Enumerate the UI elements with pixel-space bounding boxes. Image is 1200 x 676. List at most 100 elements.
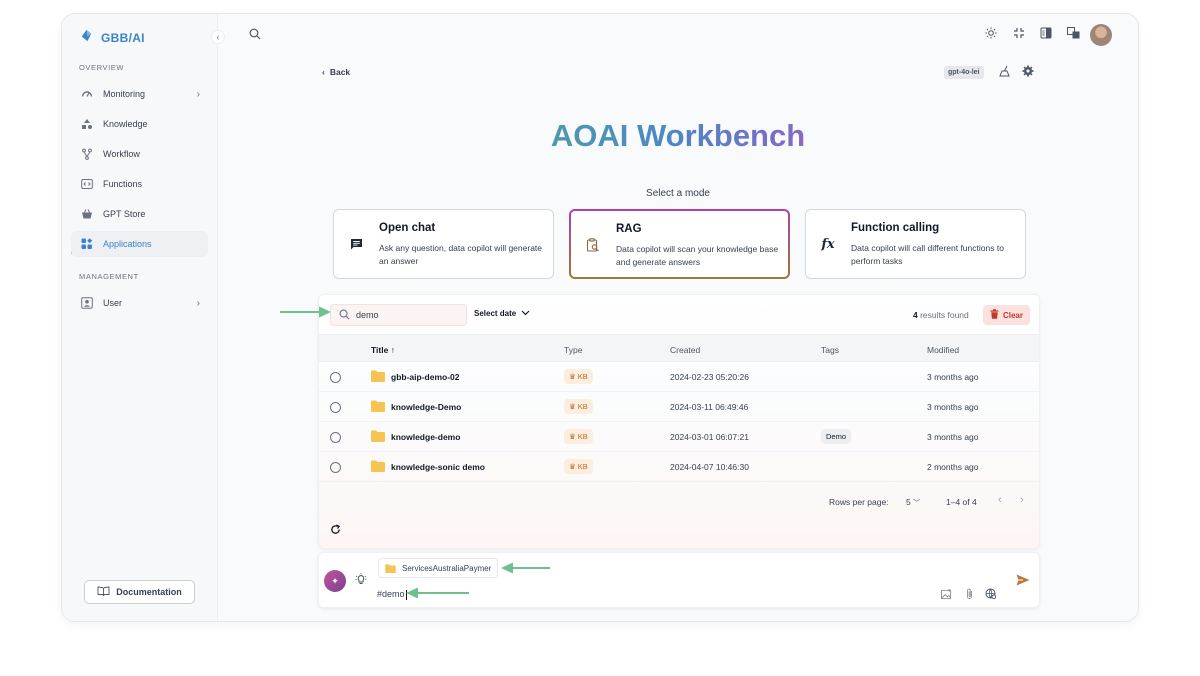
rows-per-page-label: Rows per page: xyxy=(829,497,889,507)
refresh-button[interactable] xyxy=(330,524,341,538)
sidebar-item-monitoring[interactable]: Monitoring › xyxy=(71,81,208,107)
row-select-radio[interactable] xyxy=(330,372,341,383)
attached-knowledge-chip[interactable]: ServicesAustraliaPaymer xyxy=(378,558,499,578)
column-header-created: Created xyxy=(670,345,701,355)
search-input[interactable]: demo xyxy=(330,304,467,326)
mode-card-open-chat[interactable]: Open chat Ask any question, data copilot… xyxy=(333,209,554,279)
results-suffix: results found xyxy=(917,310,969,320)
table-header: Title ↑ Type Created Tags Modified xyxy=(319,334,1039,362)
documentation-label: Documentation xyxy=(116,587,182,597)
sidebar-item-applications[interactable]: Applications xyxy=(71,231,208,257)
overview-section-label: OVERVIEW xyxy=(79,63,125,72)
mode-title: RAG xyxy=(616,223,642,235)
date-select[interactable]: Select date xyxy=(474,309,530,318)
collapse-sidebar-button[interactable]: ‹ xyxy=(211,30,225,44)
exit-fullscreen-button[interactable] xyxy=(1012,28,1026,42)
paperclip-icon xyxy=(965,587,974,604)
search-icon xyxy=(249,27,261,45)
crown-icon: ♛ xyxy=(569,432,576,441)
panel-layout-icon xyxy=(1040,26,1052,44)
annotation-arrow-input xyxy=(406,587,469,599)
function-icon: fx xyxy=(821,236,835,252)
clear-button[interactable]: Clear xyxy=(983,305,1030,325)
column-header-type: Type xyxy=(564,345,583,355)
broom-icon xyxy=(999,64,1011,82)
row-created: 2024-03-11 06:49:46 xyxy=(670,402,749,412)
row-title: knowledge-demo xyxy=(391,432,461,442)
type-badge: ♛ KB xyxy=(564,459,593,474)
shapes-icon xyxy=(80,118,93,131)
sidebar-item-functions[interactable]: Functions xyxy=(71,171,208,197)
row-modified: 3 months ago xyxy=(927,402,979,412)
next-page-button[interactable]: › xyxy=(1020,494,1024,506)
web-search-button[interactable] xyxy=(985,587,997,605)
send-icon xyxy=(1016,573,1030,590)
folder-icon xyxy=(385,563,396,573)
app-window: GBB/AI OVERVIEW Monitoring › Knowledge W… xyxy=(61,13,1139,622)
settings-button[interactable] xyxy=(1021,65,1035,80)
image-upload-button[interactable] xyxy=(941,587,952,605)
chevron-right-icon: › xyxy=(1020,494,1024,506)
language-button[interactable] xyxy=(1066,26,1080,44)
table-row[interactable]: knowledge-sonic demo ♛ KB 2024-04-07 10:4… xyxy=(319,452,1039,482)
brand[interactable]: GBB/AI xyxy=(79,28,145,48)
sidebar-item-gpt-store[interactable]: GPT Store xyxy=(71,201,208,227)
row-modified: 2 months ago xyxy=(927,462,979,472)
clipboard-search-icon xyxy=(586,238,600,252)
column-header-title[interactable]: Title ↑ xyxy=(371,345,395,355)
brand-logo-icon xyxy=(79,28,94,48)
previous-page-button[interactable]: ‹ xyxy=(998,494,1002,506)
attach-file-button[interactable] xyxy=(965,587,974,605)
type-label: KB xyxy=(577,372,588,381)
theme-toggle-button[interactable] xyxy=(984,27,998,42)
sidebar-item-label: Applications xyxy=(103,239,152,249)
model-selector[interactable]: gpt-4o-lei xyxy=(944,66,984,79)
rows-per-page-select[interactable]: 5 ﹀ xyxy=(906,497,920,508)
row-select-radio[interactable] xyxy=(330,462,341,473)
book-icon xyxy=(97,586,110,598)
folder-icon xyxy=(371,430,385,442)
crown-icon: ♛ xyxy=(569,402,576,411)
type-badge: ♛ KB xyxy=(564,369,593,384)
table-row[interactable]: gbb-aip-demo-02 ♛ KB 2024-02-23 05:20:26 … xyxy=(319,362,1039,392)
prompt-suggestions-button[interactable] xyxy=(355,573,367,591)
sidebar-item-label: Functions xyxy=(103,179,143,189)
documentation-button[interactable]: Documentation xyxy=(84,580,195,604)
translate-icon xyxy=(1066,26,1080,44)
sidebar-item-user[interactable]: User › xyxy=(71,290,208,316)
sidebar-item-workflow[interactable]: Workflow xyxy=(71,141,208,167)
row-modified: 3 months ago xyxy=(927,432,979,442)
chat-input[interactable]: #demo xyxy=(377,589,407,600)
user-avatar[interactable] xyxy=(1090,24,1112,46)
mode-prompt: Select a mode xyxy=(646,188,710,199)
mode-card-function-calling[interactable]: fx Function calling Data copilot will ca… xyxy=(805,209,1026,279)
back-button[interactable]: ‹ Back xyxy=(322,67,350,77)
chevron-right-icon: › xyxy=(196,88,200,100)
row-select-radio[interactable] xyxy=(330,402,341,413)
table-row[interactable]: knowledge-Demo ♛ KB 2024-03-11 06:49:46 3… xyxy=(319,392,1039,422)
folder-icon xyxy=(371,370,385,382)
row-select-radio[interactable] xyxy=(330,432,341,443)
layout-toggle-button[interactable] xyxy=(1039,26,1053,44)
mode-card-rag[interactable]: RAG Data copilot will scan your knowledg… xyxy=(569,209,790,279)
chat-icon xyxy=(349,237,363,251)
image-icon xyxy=(941,587,952,604)
page-title: AOAI Workbench xyxy=(462,118,894,154)
column-label: Title xyxy=(371,345,389,355)
attachment-name: ServicesAustraliaPaymer xyxy=(402,563,492,573)
search-button[interactable] xyxy=(248,27,262,45)
branch-icon xyxy=(80,148,93,161)
pagination-range: 1–4 of 4 xyxy=(946,497,977,507)
clear-history-button[interactable] xyxy=(998,64,1012,82)
results-count: 4 results found xyxy=(913,310,969,320)
lightbulb-icon xyxy=(355,573,367,590)
annotation-arrow-attachment xyxy=(501,562,550,574)
send-button[interactable] xyxy=(1016,573,1030,591)
table-row[interactable]: knowledge-demo ♛ KB 2024-03-01 06:07:21 D… xyxy=(319,422,1039,452)
chevron-right-icon: › xyxy=(196,297,200,309)
sidebar-item-knowledge[interactable]: Knowledge xyxy=(71,111,208,137)
row-created: 2024-03-01 06:07:21 xyxy=(670,432,749,442)
crown-icon: ♛ xyxy=(569,462,576,471)
sidebar: GBB/AI OVERVIEW Monitoring › Knowledge W… xyxy=(62,14,218,621)
sidebar-item-label: GPT Store xyxy=(103,209,146,219)
